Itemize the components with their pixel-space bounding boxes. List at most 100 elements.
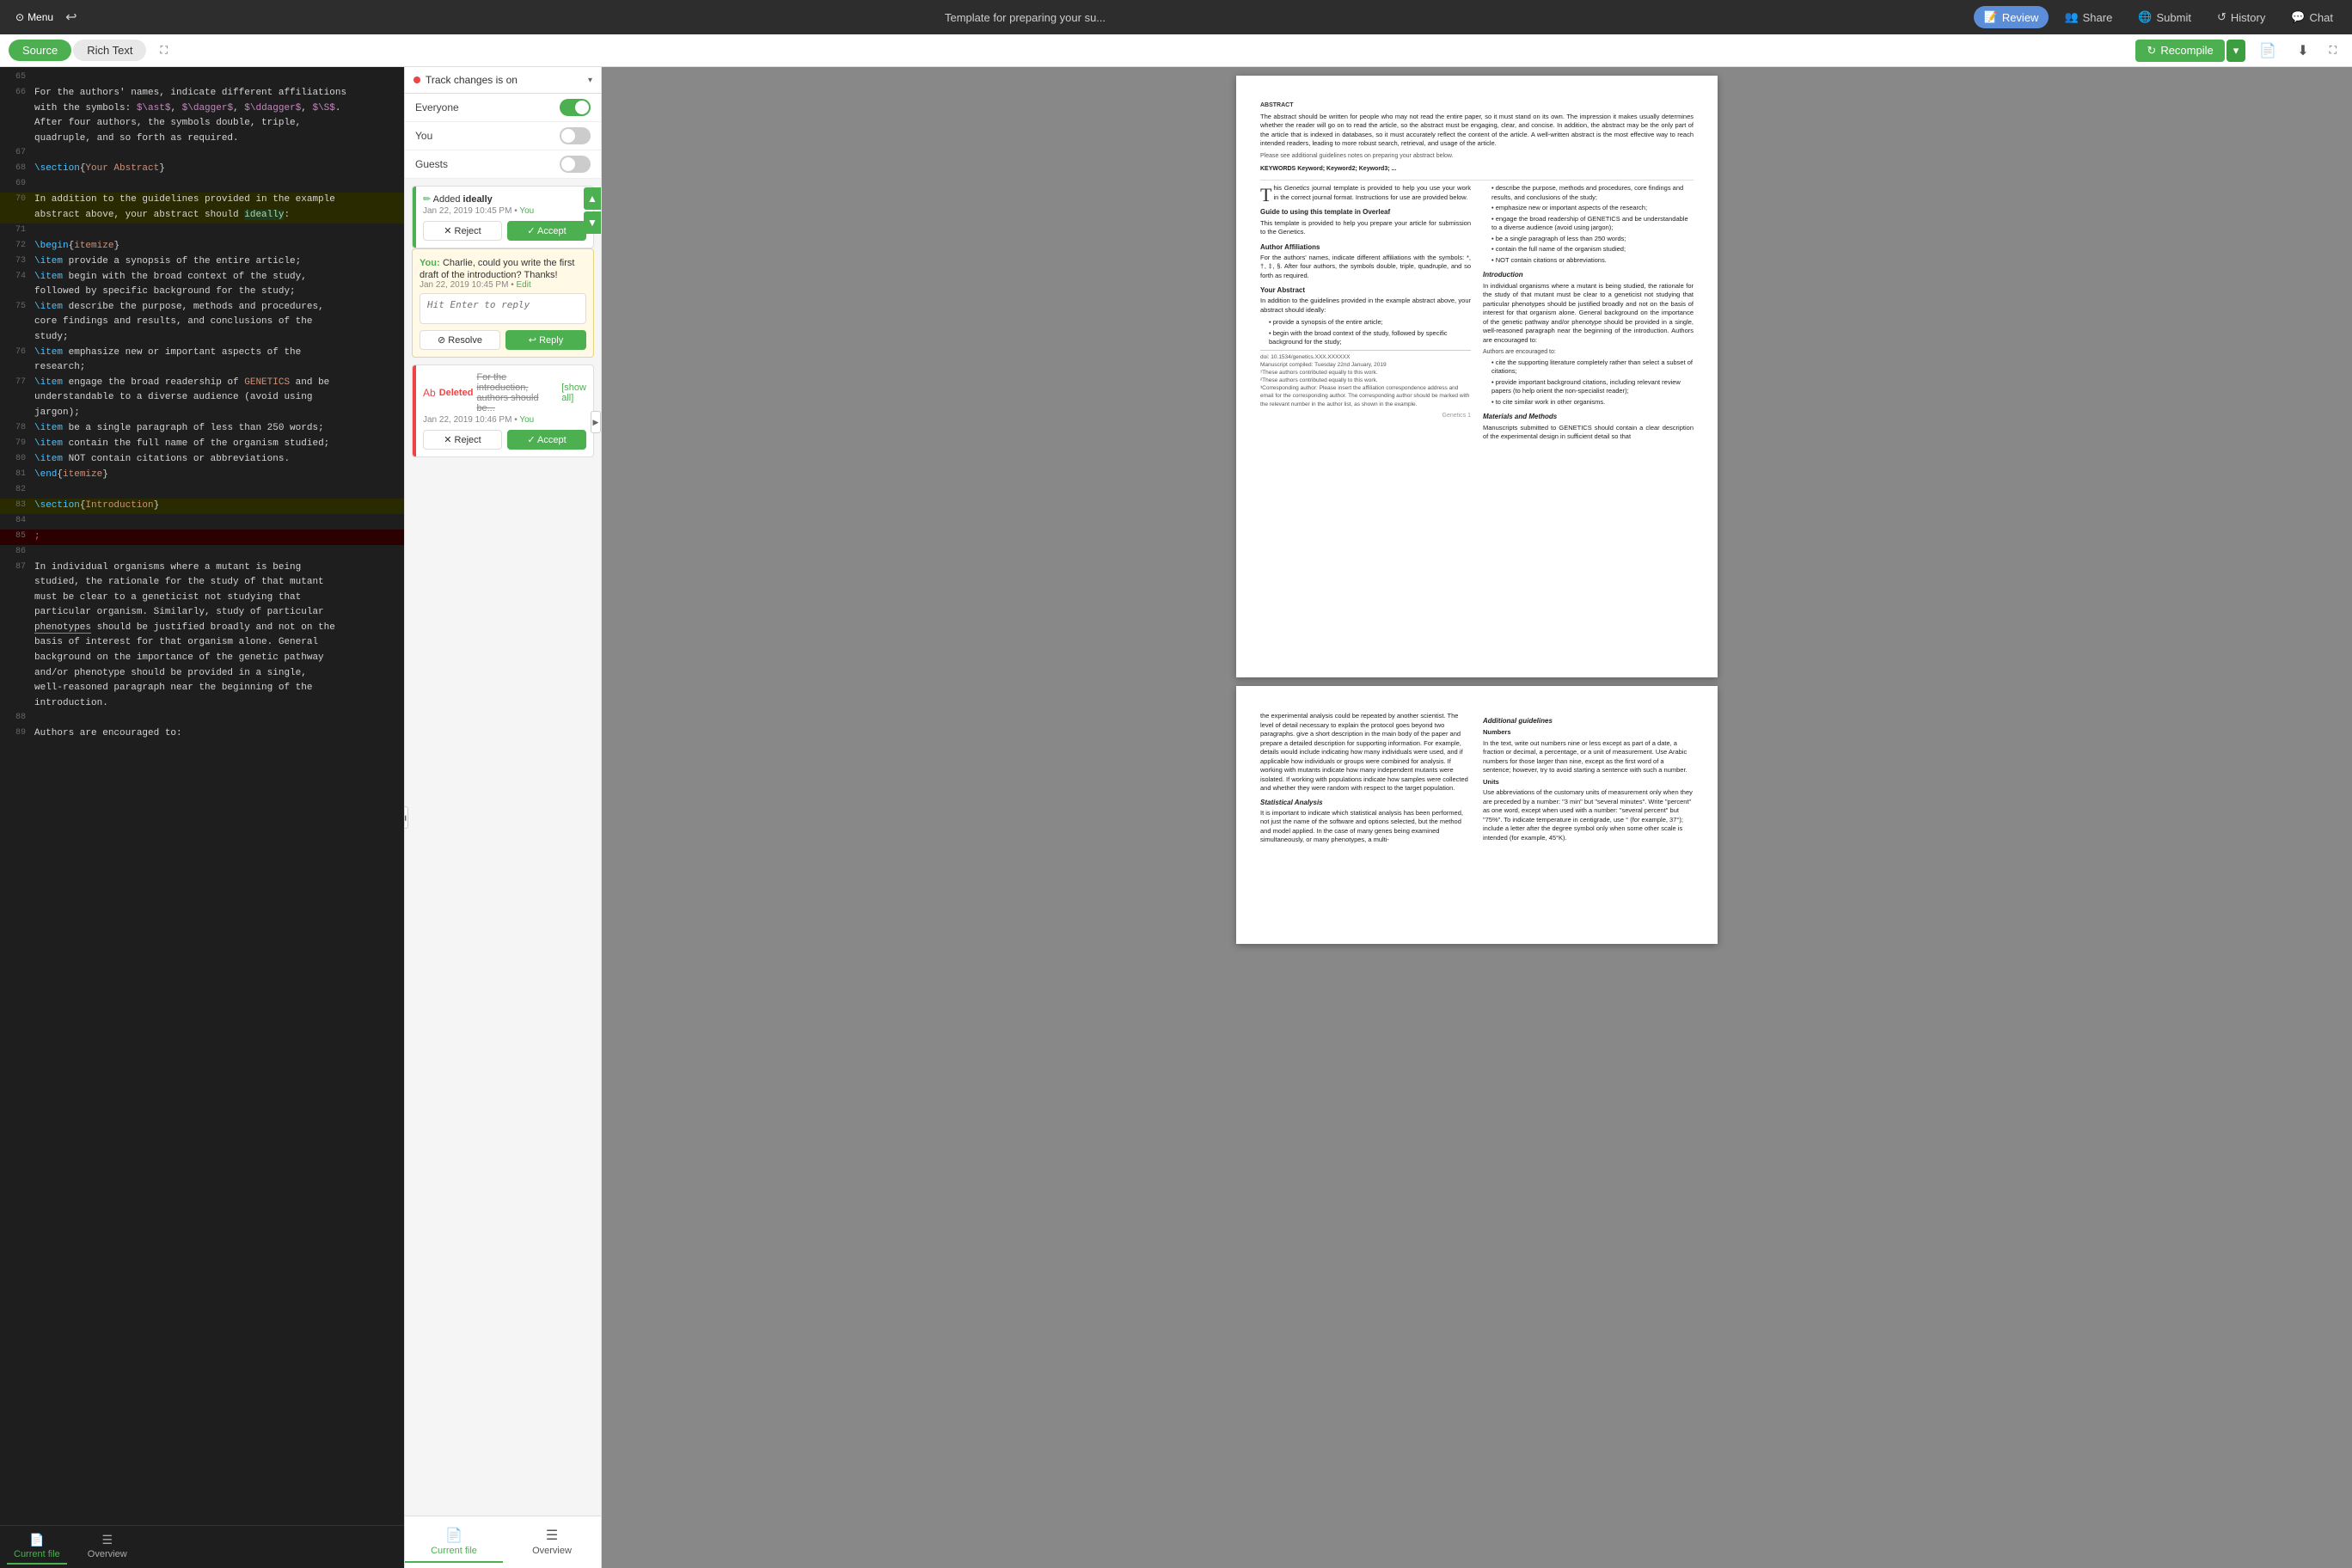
intro-section-text: In individual organisms where a mutant i…: [1483, 282, 1694, 346]
intro-dropcap-para: T his Genetics journal template is provi…: [1260, 184, 1471, 202]
added-change-content: ✏ Added ideally Jan 22, 2019 10:45 PM • …: [416, 187, 593, 248]
everyone-toggle-row: Everyone: [405, 94, 601, 122]
source-editor[interactable]: 65 66 For the authors' names, indicate d…: [0, 67, 404, 1525]
overview-tab[interactable]: ☰ Overview: [81, 1529, 134, 1565]
change-pencil-icon: ✏: [423, 194, 431, 205]
toolbar: Source Rich Text ⛶ ↻ Recompile ▾ 📄 ⬇ ⛶: [0, 34, 2352, 67]
comment-text: Charlie, could you write the first draft…: [420, 258, 574, 280]
additional-title: Additional guidelines: [1483, 716, 1694, 726]
reply-input[interactable]: [420, 293, 586, 324]
guests-label: Guests: [415, 158, 560, 170]
guide-title: Guide to using this template in Overleaf: [1260, 207, 1471, 217]
right-bullet-2: emphasize new or important aspects of th…: [1491, 204, 1694, 213]
source-line-modified: 70 In addition to the guidelines provide…: [0, 193, 404, 223]
deleted-text-content: For the introduction, authors should be.…: [476, 372, 558, 413]
source-expand-button[interactable]: ⛶: [153, 40, 174, 60]
current-file-mid-tab[interactable]: 📄 Current file: [405, 1522, 503, 1563]
document-title: Template for preparing your su...: [83, 11, 1969, 24]
source-line-section-intro: 83 \section{Introduction}: [0, 499, 404, 514]
everyone-toggle[interactable]: [560, 99, 591, 116]
comment-edit-link[interactable]: Edit: [516, 280, 530, 290]
source-line: 69: [0, 177, 404, 193]
everyone-label: Everyone: [415, 101, 560, 113]
collapse-left-button[interactable]: ◀: [404, 806, 408, 829]
see-also-text: Please see additional guidelines notes o…: [1260, 152, 1694, 161]
accept-added-button[interactable]: ✓ Accept: [507, 221, 586, 241]
source-line: 68 \section{Your Abstract}: [0, 162, 404, 177]
pdf-col-left: T his Genetics journal template is provi…: [1260, 184, 1471, 444]
source-tab[interactable]: Source: [9, 40, 71, 61]
materials-text: Manuscripts submitted to GENETICS should…: [1483, 424, 1694, 442]
editor-tabs: Source Rich Text: [9, 40, 146, 61]
share-button[interactable]: 👥 Share: [2054, 6, 2122, 28]
collapse-right-button[interactable]: ▶: [591, 411, 601, 433]
bullet-synopsis: provide a synopsis of the entire article…: [1269, 318, 1471, 328]
main-area: 65 66 For the authors' names, indicate d…: [0, 67, 2352, 1568]
source-line: 84: [0, 514, 404, 530]
show-all-link[interactable]: [show all]: [561, 383, 586, 403]
recompile-dropdown-button[interactable]: ▾: [2226, 40, 2246, 62]
recompile-button[interactable]: ↻ Recompile: [2135, 40, 2224, 62]
reply-actions: ⊘ Resolve ↩ Reply: [420, 330, 586, 350]
source-line: 74 \item begin with the broad context of…: [0, 270, 404, 300]
source-line: 78 \item be a single paragraph of less t…: [0, 421, 404, 437]
overview-mid-tab[interactable]: ☰ Overview: [503, 1522, 601, 1563]
units-text: Use abbreviations of the customary units…: [1483, 788, 1694, 842]
pdf-scroll-area[interactable]: ABSTRACT The abstract should be written …: [602, 67, 2352, 1568]
footnote-3: ³Corresponding author: Please insert the…: [1260, 384, 1471, 407]
numbers-text: In the text, write out numbers nine or l…: [1483, 739, 1694, 775]
numbers-title: Numbers: [1483, 728, 1694, 738]
materials-title: Materials and Methods: [1483, 412, 1694, 421]
affiliations-text: For the authors' names, indicate differe…: [1260, 254, 1471, 281]
chat-button[interactable]: 💬 Chat: [2281, 6, 2343, 28]
review-button[interactable]: 📝 Review: [1974, 6, 2049, 28]
history-button[interactable]: ↺ History: [2207, 6, 2275, 28]
guests-toggle-row: Guests: [405, 150, 601, 179]
share-label: Share: [2083, 11, 2113, 24]
pdf-page2-columns: the experimental analysis could be repea…: [1260, 712, 1694, 845]
source-line: 88: [0, 711, 404, 726]
track-status-label: Track changes is on: [426, 74, 583, 86]
menu-icon: ⊙: [15, 11, 24, 23]
current-file-tab[interactable]: 📄 Current file: [7, 1529, 67, 1565]
prev-change-button[interactable]: ▲: [584, 187, 601, 210]
keywords-label: KEYWORDS: [1260, 166, 1295, 172]
submit-button[interactable]: 🌐 Submit: [2128, 6, 2202, 28]
reject-added-button[interactable]: ✕ Reject: [423, 221, 502, 241]
next-change-button[interactable]: ▼: [584, 211, 601, 234]
resolve-button[interactable]: ⊘ Resolve: [420, 330, 500, 350]
undo-icon[interactable]: ↩: [65, 9, 77, 26]
download-icon-button[interactable]: ⬇: [2290, 39, 2315, 63]
cite-bullet-3: to cite similar work in other organisms.: [1491, 398, 1694, 407]
reject-deleted-button[interactable]: ✕ Reject: [423, 430, 502, 450]
added-date: Jan 22, 2019 10:45 PM: [423, 206, 511, 216]
current-file-mid-label: Current file: [431, 1546, 477, 1556]
middle-footer: 📄 Current file ☰ Overview: [405, 1516, 601, 1568]
reply-button[interactable]: ↩ Reply: [505, 330, 586, 350]
added-label: Added ideally: [433, 194, 493, 205]
preview-expand-button[interactable]: ⛶: [2323, 40, 2343, 60]
you-toggle[interactable]: [560, 127, 591, 144]
guests-toggle[interactable]: [560, 156, 591, 173]
pdf-preview-panel: ABSTRACT The abstract should be written …: [602, 67, 2352, 1568]
pdf-page-2: the experimental analysis could be repea…: [1236, 686, 1718, 944]
affiliations-title: Author Affiliations: [1260, 242, 1471, 252]
intro-section-title: Introduction: [1483, 270, 1694, 279]
richtext-tab[interactable]: Rich Text: [73, 40, 146, 61]
track-chevron-icon[interactable]: ▾: [588, 76, 592, 85]
right-bullet-1: describe the purpose, methods and proced…: [1491, 184, 1694, 202]
file-icon-button[interactable]: 📄: [2252, 39, 2283, 63]
stats-title: Statistical Analysis: [1260, 798, 1471, 807]
source-line: 80 \item NOT contain citations or abbrev…: [0, 452, 404, 468]
comment-author-line: You: Charlie, could you write the first …: [420, 256, 586, 280]
menu-button[interactable]: ⊙ Menu: [9, 8, 60, 27]
cite-bullet-2: provide important background citations, …: [1491, 378, 1694, 396]
menu-label: Menu: [28, 11, 53, 23]
current-file-icon: 📄: [445, 1527, 462, 1544]
pdf-divider: [1260, 180, 1694, 181]
accept-deleted-button[interactable]: ✓ Accept: [507, 430, 586, 450]
comment-date: Jan 22, 2019 10:45 PM: [420, 280, 508, 290]
recompile-label: Recompile: [2160, 44, 2213, 57]
footnote-1: ¹These authors contributed equally to th…: [1260, 369, 1471, 377]
comment-author: You:: [420, 258, 440, 268]
